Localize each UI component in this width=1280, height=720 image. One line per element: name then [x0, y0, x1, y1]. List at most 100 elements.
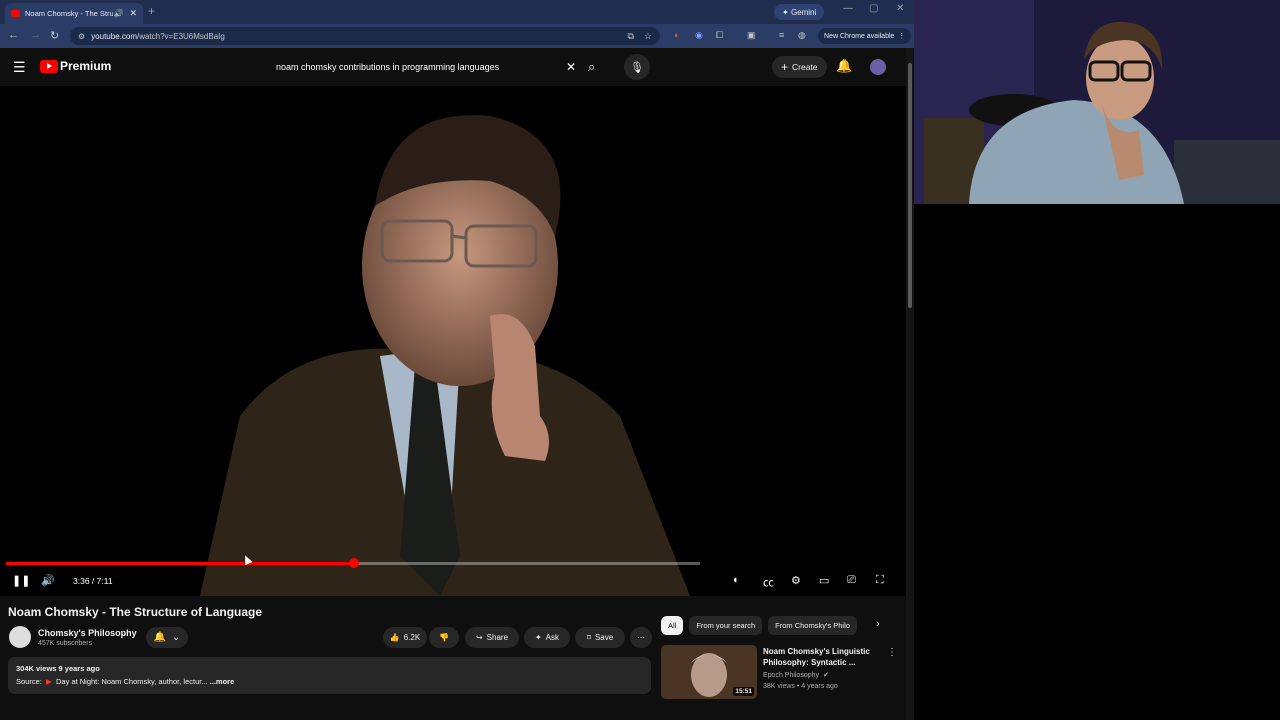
like-button[interactable]: 👍 6.2K — [383, 627, 427, 648]
youtube-link-icon: ▶ — [43, 677, 54, 686]
autoplay-toggle-icon[interactable]: ◐ — [733, 574, 740, 586]
webcam-overlay — [914, 0, 1280, 204]
share-icon: ↪ — [475, 633, 483, 642]
page-scrollbar[interactable] — [906, 48, 914, 720]
recommendation-channel: Epoch Philosophy ✔ — [763, 671, 829, 679]
create-button[interactable]: + Create — [772, 56, 827, 78]
tab-title: Noam Chomsky - The Struc — [25, 9, 114, 18]
empty-background — [914, 204, 1280, 720]
recommendation-views: 38K views • 4 years ago — [763, 683, 838, 690]
bookmark-star-icon[interactable]: ☆ — [644, 31, 652, 42]
recommendation-channel-name[interactable]: Epoch Philosophy — [763, 672, 819, 679]
ask-button[interactable]: ✦ Ask — [524, 627, 570, 648]
show-more-link[interactable]: ...more — [210, 677, 235, 686]
youtube-premium-logo[interactable]: Premium — [40, 59, 111, 73]
recommendation-thumbnail[interactable]: 15:51 — [661, 645, 757, 699]
gemini-label: Gemini — [790, 7, 817, 17]
description-box[interactable]: 304K views 9 years ago Source: ▶ Day at … — [8, 657, 651, 694]
chip-all[interactable]: All — [661, 616, 684, 635]
channel-avatar[interactable] — [9, 626, 31, 648]
logo-text: Premium — [60, 59, 112, 73]
thumbs-down-icon: 👎 — [439, 633, 449, 642]
volume-icon[interactable]: 🔊 — [41, 574, 55, 587]
update-label: New Chrome available — [824, 32, 895, 40]
bookmark-icon: ⌑ — [586, 633, 591, 642]
tab-search-icon[interactable]: ▣ — [747, 30, 756, 41]
save-label: Save — [594, 633, 614, 642]
browser-window: Noam Chomsky - The Struc 🔊 ✕ + ✦ Gemini … — [0, 0, 914, 720]
save-button[interactable]: ⌑ Save — [575, 627, 625, 648]
fullscreen-icon[interactable]: ⛶ — [876, 574, 884, 587]
chip-from-your-search[interactable]: From your search — [689, 616, 763, 635]
gemini-button[interactable]: ✦ Gemini — [774, 4, 825, 20]
subscribed-notifications-button[interactable]: 🔔 ⌄ — [146, 627, 188, 648]
video-frame — [200, 115, 690, 596]
like-count: 6.2K — [403, 633, 421, 642]
window-close-icon[interactable]: ✕ — [896, 3, 904, 14]
minimize-icon[interactable]: — — [843, 3, 853, 14]
settings-gear-icon[interactable]: ⚙ — [791, 574, 801, 587]
back-icon[interactable]: ← — [8, 29, 19, 41]
channel-name[interactable]: Chomsky's Philosophy — [38, 628, 137, 638]
video-player[interactable]: ❚❚ 🔊 3:36 / 7:11 ◐ ㏄ ⚙ ▭ ⎚ ⛶ — [0, 86, 906, 596]
tab-close-icon[interactable]: ✕ — [129, 8, 137, 19]
subscriber-count: 457K subscribers — [38, 640, 93, 647]
maximize-icon[interactable]: ▢ — [869, 3, 878, 14]
new-tab-icon[interactable]: + — [148, 4, 155, 18]
media-control-icon[interactable]: ≡ — [779, 30, 784, 40]
extension-icon[interactable]: ◉ — [695, 30, 703, 41]
progress-bar[interactable] — [6, 558, 700, 568]
pause-icon[interactable]: ❚❚ — [12, 574, 30, 587]
more-actions-button[interactable]: ⋯ — [630, 627, 652, 648]
plus-icon: + — [781, 60, 789, 74]
source-label: Source: — [16, 677, 42, 686]
reload-icon[interactable]: ↻ — [50, 29, 59, 42]
share-button[interactable]: ↪ Share — [465, 627, 519, 648]
extension-icon[interactable]: ◐ — [674, 30, 679, 40]
scrubber-handle[interactable] — [348, 558, 359, 568]
recommendation-title[interactable]: Noam Chomsky's Linguistic Philosophy: Sy… — [763, 646, 878, 668]
tab-active[interactable]: Noam Chomsky - The Struc 🔊 ✕ — [5, 3, 143, 24]
description-text: Source: ▶ Day at Night: Noam Chomsky, au… — [16, 677, 643, 686]
dislike-button[interactable]: 👎 — [429, 627, 459, 648]
forward-icon[interactable]: → — [30, 29, 41, 41]
chip-from-channel[interactable]: From Chomsky's Philo — [768, 616, 857, 635]
more-horizontal-icon: ⋯ — [637, 633, 645, 642]
captions-icon[interactable]: ㏄ — [763, 574, 774, 590]
player-controls: ❚❚ 🔊 3:36 / 7:11 ◐ ㏄ ⚙ ▭ ⎚ ⛶ — [0, 570, 906, 592]
cast-icon[interactable]: ⎚ — [847, 574, 856, 587]
hamburger-menu-icon[interactable]: ☰ — [13, 59, 26, 76]
scrollbar-thumb[interactable] — [908, 63, 912, 308]
search-query: noam chomsky contributions in programmin… — [276, 62, 500, 72]
chevron-down-icon: ⌄ — [172, 632, 181, 643]
view-count-date: 304K views 9 years ago — [16, 664, 100, 673]
kebab-menu-icon[interactable]: ⋮ — [894, 32, 905, 40]
youtube-logo-icon — [40, 59, 58, 73]
thumbs-up-icon: 👍 — [389, 633, 400, 642]
sparkle-icon: ✦ — [534, 633, 542, 642]
video-title: Noam Chomsky - The Structure of Language — [8, 605, 263, 619]
create-label: Create — [792, 62, 818, 72]
video-duration: 15:51 — [733, 687, 754, 696]
kebab-menu-icon[interactable]: ⋮ — [887, 647, 897, 658]
youtube-header: ☰ Premium noam chomsky contributions in … — [0, 48, 906, 86]
verified-check-icon: ✔ — [821, 672, 829, 679]
miniplayer-icon[interactable]: ▭ — [819, 574, 829, 587]
clear-search-icon[interactable]: ✕ — [566, 60, 576, 74]
search-icon[interactable]: ⌕ — [588, 59, 595, 75]
bell-icon: 🔔 — [153, 632, 167, 643]
source-link[interactable]: Day at Night: Noam Chomsky, author, lect… — [56, 677, 208, 686]
account-avatar[interactable] — [870, 59, 886, 75]
search-input[interactable]: noam chomsky contributions in programmin… — [266, 56, 586, 78]
profile-avatar-icon[interactable]: ◍ — [798, 30, 806, 41]
voice-search-icon[interactable]: 🎙 — [624, 54, 650, 80]
recommendation-filter-chips: All From your search From Chomsky's Phil… — [661, 616, 857, 636]
chevron-right-icon[interactable]: › — [876, 618, 880, 630]
address-bar[interactable]: ⚙ youtube.com /watch?v=E3U6MsdBaIg ⧉ ☆ — [70, 27, 660, 45]
install-app-icon[interactable]: ⧉ — [627, 31, 633, 42]
extensions-puzzle-icon[interactable]: ⧠ — [716, 30, 723, 41]
audio-playing-icon[interactable]: 🔊 — [113, 9, 123, 18]
new-chrome-available-button[interactable]: New Chrome available ⋮ — [818, 28, 912, 44]
notifications-bell-icon[interactable]: 🔔 — [836, 58, 852, 74]
site-info-icon[interactable]: ⚙ — [78, 32, 85, 41]
